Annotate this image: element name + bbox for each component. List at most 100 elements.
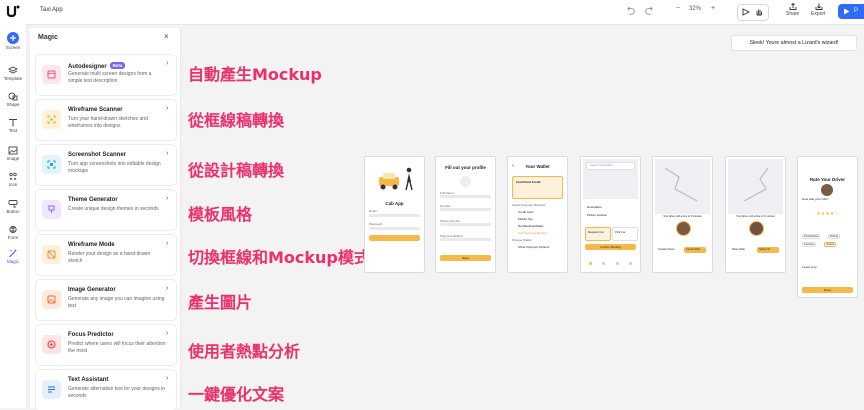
tip-label: Leave a tip [802, 265, 817, 269]
canvas-screen-rating[interactable]: Rate Your Driver ★★★★☆ How was your ride… [797, 156, 858, 298]
login-button[interactable] [369, 235, 420, 241]
rail-item-icon[interactable]: Icon [0, 172, 26, 194]
top-toolbar: Taxi App − 32% + Share Export P [0, 0, 864, 25]
chevron-right-icon: › [166, 240, 169, 247]
route-line [743, 167, 769, 202]
password-field[interactable] [369, 227, 420, 230]
section-label: Select Payment Methods [512, 203, 546, 207]
rail-label: Magic [6, 259, 19, 264]
tag-chip[interactable]: Vehicle [824, 242, 837, 247]
zoom-out-button[interactable]: − [676, 5, 680, 12]
magic-item-desc: Turn your hand-drawn sketches and wirefr… [68, 116, 148, 129]
rail-item-magic[interactable]: Magic [0, 249, 26, 271]
focus-predictor-icon [42, 335, 61, 354]
method-credit-card[interactable]: Credit Card [518, 210, 533, 214]
magic-item-wireframe-scanner[interactable]: Wireframe Scanner Turn your hand-drawn s… [36, 100, 176, 140]
rail-label: Image [6, 156, 20, 161]
magic-item-theme-generator[interactable]: Theme Generator Create unique design the… [36, 190, 176, 230]
share-button[interactable]: Share [786, 11, 799, 17]
rail-item-button[interactable]: Button [0, 199, 26, 221]
play-button[interactable]: P [838, 4, 864, 19]
chevron-right-icon: › [166, 285, 169, 292]
redo-icon[interactable] [645, 7, 653, 15]
magic-wand-icon [9, 249, 17, 258]
canvas-screen-driver-arriving[interactable]: Your driver will arrive in 5 minutes Con… [652, 156, 713, 273]
icon-grid-icon [9, 172, 17, 181]
plus-icon [7, 32, 19, 44]
chevron-right-icon: › [166, 60, 169, 67]
chevron-right-icon: › [166, 330, 169, 337]
rail-item-image[interactable]: Image [0, 146, 26, 168]
rail-label: Screen [5, 45, 21, 50]
app-logo-icon[interactable] [6, 4, 20, 18]
driver-caption: Your driver will arrive in 5 minutes [663, 215, 702, 218]
ride-option-request[interactable]: Request Car [585, 227, 611, 241]
screen-title: Fill out your profile [445, 165, 486, 170]
share-ride-button[interactable]: Share Ride [732, 248, 745, 251]
ride-option-pick[interactable]: Pick Car [612, 227, 638, 241]
image-generator-icon [42, 290, 61, 309]
share-icon[interactable] [789, 3, 797, 10]
destination-option[interactable]: Destination [587, 205, 602, 209]
magic-item-desc: Generate any image you can imagine using… [68, 296, 165, 309]
avatar-placeholder [460, 176, 471, 187]
magic-item-image-generator[interactable]: Image Generator Generate any image you c… [36, 280, 176, 320]
method-mobile-pay[interactable]: Mobile Pay [518, 217, 533, 221]
zoom-in-button[interactable]: + [711, 5, 715, 12]
confirm-booking-label: Confirm Booking [600, 245, 621, 249]
magic-item-desc: Predict where users will focus their att… [68, 341, 166, 354]
phone-field[interactable] [440, 223, 491, 226]
rating-stars[interactable]: ★★★★☆ [798, 211, 857, 217]
canvas-screen-destination[interactable]: Search Destination Destination Pickup lo… [580, 156, 641, 273]
rail-label: Text [8, 128, 18, 133]
project-title[interactable]: Taxi App [40, 7, 63, 13]
screen-title: Cab App [385, 201, 404, 206]
magic-item-wireframe-mode[interactable]: Wireframe Mode Render your design as a h… [36, 235, 176, 275]
rail-item-template[interactable]: Template [0, 66, 26, 88]
rail-item-shape[interactable]: Shape [0, 92, 26, 114]
canvas-screen-wallet[interactable]: ‹ Your Wallet Cash/Card Credit Select Pa… [507, 156, 568, 273]
magic-item-autodesigner[interactable]: Autodesigner Beta Generate multi screen d… [36, 55, 176, 95]
wallet-card[interactable]: Cash/Card Credit [512, 176, 563, 199]
undo-icon[interactable] [627, 7, 635, 15]
export-icon[interactable] [815, 3, 823, 10]
method-add[interactable]: Add Payment Method [518, 231, 547, 235]
canvas-screen-login[interactable]: Cab App Email Password [364, 156, 425, 273]
magic-item-desc: Render your design as a hand-drawn sketc… [68, 251, 151, 264]
wallet-other[interactable]: Other Payment Options [518, 245, 549, 249]
rail-item-screen[interactable]: Screen [0, 32, 26, 54]
method-net-banking[interactable]: Net Banking/Wallet [518, 224, 543, 228]
close-icon[interactable]: × [164, 32, 169, 41]
annotation-screenshot-scanner: 從設計稿轉換 [188, 161, 285, 180]
payment-method-field[interactable] [440, 238, 491, 241]
magic-item-text-assistant[interactable]: Text Assistant Generate alternative text… [36, 370, 176, 410]
zoom-level[interactable]: 32% [689, 6, 701, 12]
play-label: P [854, 8, 859, 14]
magic-item-title: Wireframe Mode [68, 242, 115, 248]
full-name-field[interactable] [440, 195, 491, 198]
preview-play-icon[interactable] [742, 8, 750, 16]
pickup-option[interactable]: Pickup location [587, 213, 607, 217]
tag-chip[interactable]: Courtesy [802, 242, 817, 247]
image-icon [8, 146, 18, 155]
hand-tool-icon[interactable] [755, 8, 763, 16]
canvas-screen-ride[interactable]: Your driver will arrive in 5 minutes Sha… [725, 156, 786, 273]
assistant-toast: Sleek! Youre almost a Lizard's wizard! [731, 35, 857, 51]
contact-driver-button[interactable]: Contact Driver [658, 248, 675, 251]
wireframe-mode-icon [42, 245, 61, 264]
screen-title: Your Wallet [525, 164, 550, 169]
route-line [664, 167, 698, 202]
rail-item-text[interactable]: Text [0, 118, 26, 140]
magic-item-title: Text Assistant [68, 377, 109, 383]
number-field[interactable] [440, 208, 491, 211]
rail-item-form[interactable]: Form [0, 225, 26, 247]
magic-item-focus-predictor[interactable]: Focus Predictor Predict where users will… [36, 325, 176, 365]
magic-item-screenshot-scanner[interactable]: Screenshot Scanner Turn app screenshots … [36, 145, 176, 185]
canvas-screen-profile[interactable]: Fill out your profile Full Name Number P… [435, 156, 496, 273]
export-button[interactable]: Export [811, 11, 825, 17]
magic-item-desc: Turn app screenshots into editable desig… [68, 161, 161, 174]
tag-chip[interactable]: Driving [828, 234, 841, 239]
password-field-label: Password [369, 222, 383, 226]
tag-chip[interactable]: Professional [802, 234, 821, 239]
email-field[interactable] [369, 214, 420, 217]
